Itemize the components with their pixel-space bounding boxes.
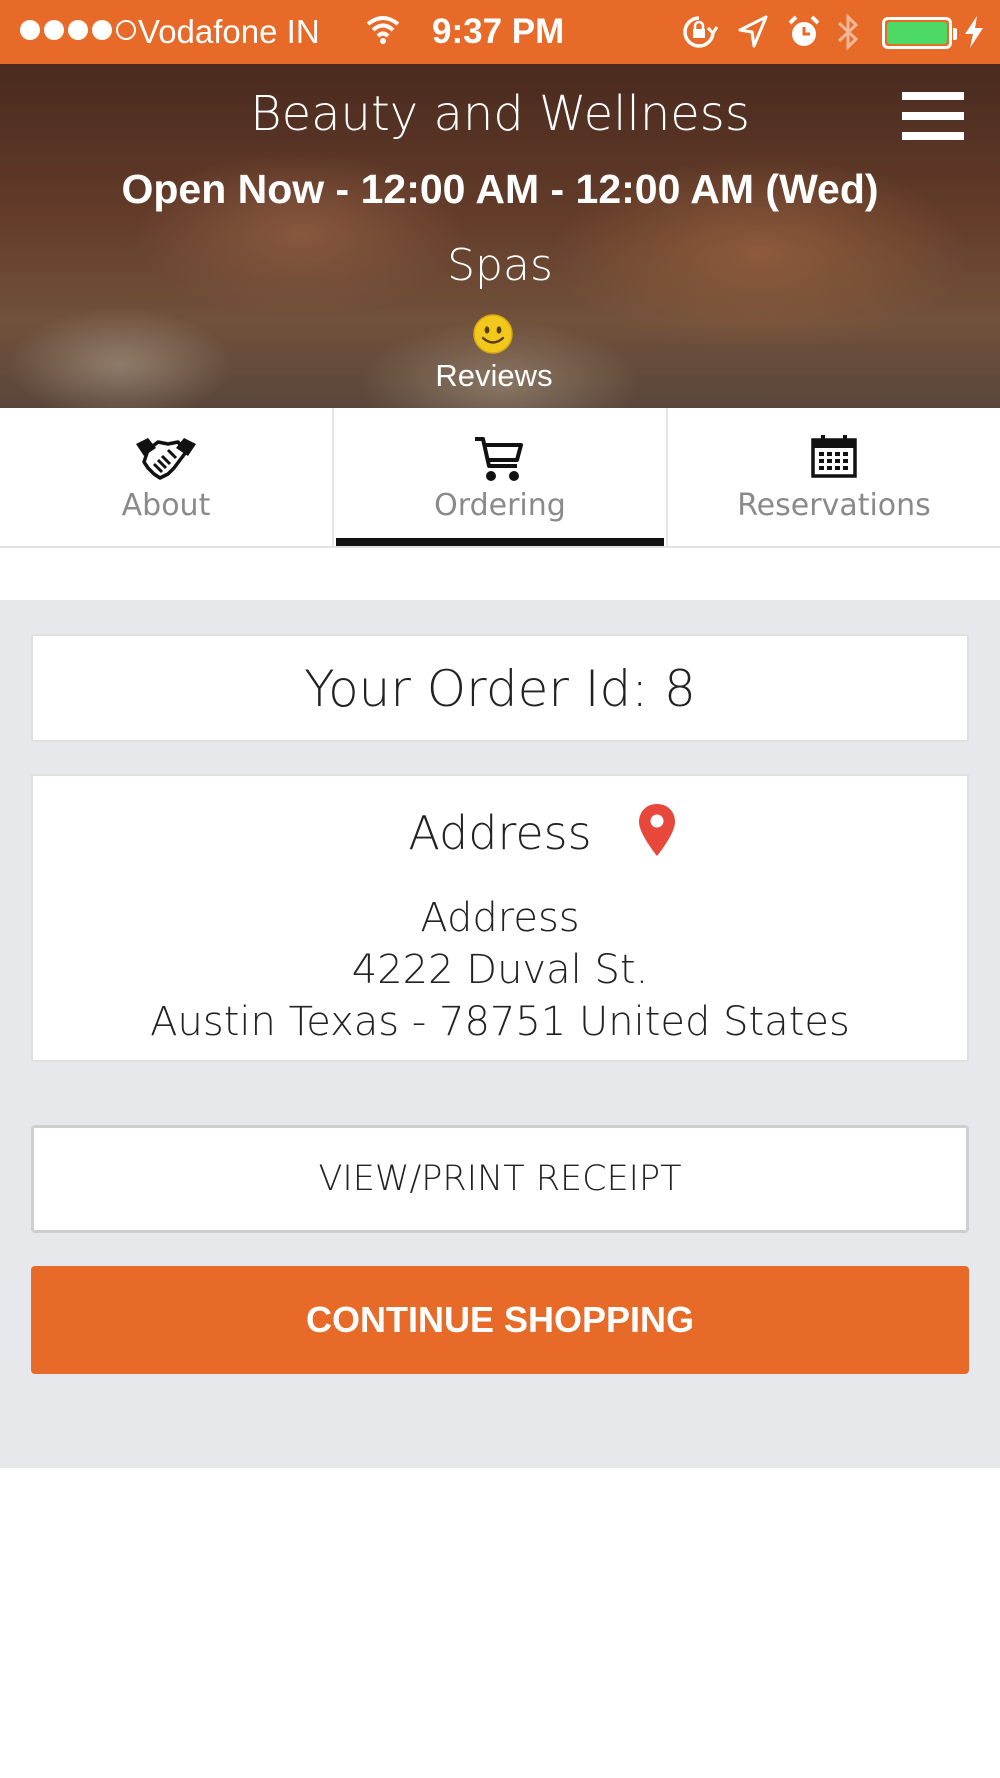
tab-reservations[interactable]: Reservations (668, 408, 1000, 546)
order-confirmation-panel: Your Order Id: 8 Address Address 4222 Du… (0, 600, 1000, 1468)
tab-about-label: About (121, 488, 211, 523)
view-print-receipt-button[interactable]: VIEW/PRINT RECEIPT (31, 1125, 969, 1233)
smiley-face-icon[interactable] (473, 314, 513, 354)
signal-strength-icon (20, 20, 136, 40)
opening-hours: Open Now - 12:00 AM - 12:00 AM (Wed) (121, 166, 879, 212)
reviews-link[interactable]: Reviews (0, 358, 988, 394)
status-bar: Vodafone IN 9:37 PM (0, 0, 1000, 64)
tab-ordering-label: Ordering (434, 488, 566, 523)
charging-icon (962, 14, 986, 58)
address-line-3: Austin Texas - 78751 United States (150, 999, 850, 1045)
address-lines: Address 4222 Duval St. Austin Texas - 78… (33, 892, 967, 1048)
tab-reservations-label: Reservations (737, 488, 931, 523)
section-tabs: About Ordering Reservations (0, 408, 1000, 548)
tab-about[interactable]: About (0, 408, 334, 546)
address-title: Address (408, 806, 592, 860)
address-line-2: 4222 Duval St. (351, 947, 649, 993)
hero-header: Beauty and Wellness Open Now - 12:00 AM … (0, 64, 1000, 408)
hamburger-menu-icon[interactable] (902, 92, 964, 140)
status-time: 9:37 PM (432, 12, 565, 51)
wifi-icon (366, 14, 400, 52)
location-arrow-icon (736, 14, 770, 58)
tab-ordering[interactable]: Ordering (334, 408, 668, 546)
battery-icon (882, 17, 957, 49)
alarm-icon (786, 14, 822, 58)
bluetooth-icon (836, 12, 860, 60)
rotation-lock-icon (680, 14, 719, 58)
order-id-text: Your Order Id: 8 (304, 660, 696, 718)
calendar-icon (811, 434, 857, 483)
carrier-name: Vodafone IN (138, 13, 320, 50)
business-title: Beauty and Wellness (250, 86, 750, 142)
continue-shopping-button[interactable]: CONTINUE SHOPPING (31, 1266, 969, 1374)
map-pin-icon[interactable] (637, 802, 677, 863)
handshake-icon (134, 434, 198, 489)
address-card: Address Address 4222 Duval St. Austin Te… (31, 774, 969, 1062)
business-category: Spas (447, 240, 553, 291)
cart-icon (473, 434, 527, 489)
order-id-card: Your Order Id: 8 (31, 634, 969, 742)
address-line-1: Address (420, 895, 580, 941)
